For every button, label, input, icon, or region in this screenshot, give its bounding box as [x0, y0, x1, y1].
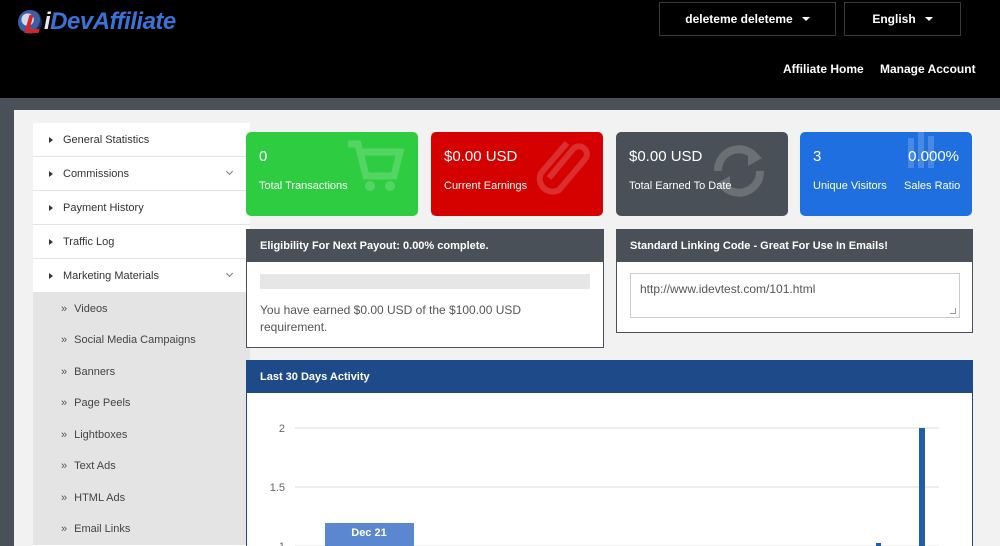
logo-text: iDevAffiliate: [44, 8, 176, 35]
stat-label: Current Earnings: [444, 180, 528, 192]
sidebar-item-label: Traffic Log: [63, 235, 115, 248]
stat-value: 0: [259, 148, 268, 165]
triangle-right-icon: [49, 170, 53, 177]
double-chevron-icon: »: [61, 460, 68, 473]
submenu-item-label: Banners: [74, 365, 116, 378]
payout-progress-bar: [260, 274, 590, 289]
chevron-down-icon: [225, 167, 234, 176]
cart-icon: [348, 140, 404, 191]
stat-label: Total Earned To Date: [629, 180, 732, 192]
caret-down-icon: [801, 17, 810, 21]
logo-icon: [18, 10, 42, 34]
sidebar-item-marketing-materials[interactable]: Marketing Materials: [33, 259, 250, 293]
stat-value: $0.00 USD: [629, 148, 703, 165]
submenu-item-text-ads[interactable]: » Text Ads: [33, 451, 250, 483]
submenu-item-email-links[interactable]: » Email Links: [33, 514, 250, 546]
stat-label-secondary: Sales Ratio: [904, 180, 961, 192]
stat-card-visitors: 3 0.000% Unique Visitors Sales Ratio: [800, 132, 972, 216]
sidebar-item-label: Commissions: [63, 167, 130, 180]
payout-panel: Eligibility For Next Payout: 0.00% compl…: [246, 229, 604, 348]
paperclip-icon: [536, 141, 590, 195]
submenu-item-videos[interactable]: » Videos: [33, 293, 250, 325]
activity-panel: Last 30 Days Activity 2 1.5 1 Dec 21: [246, 360, 973, 546]
logo[interactable]: iDevAffiliate: [18, 8, 176, 36]
double-chevron-icon: »: [61, 397, 68, 410]
nav-affiliate-home[interactable]: Affiliate Home: [783, 62, 864, 76]
y-tick-label: 1.5: [270, 482, 285, 494]
double-chevron-icon: »: [61, 491, 68, 504]
stat-value: $0.00 USD: [444, 148, 518, 165]
sidebar-item-general-statistics[interactable]: General Statistics: [33, 123, 250, 157]
linking-code-textarea[interactable]: http://www.idevtest.com/101.html: [630, 273, 960, 318]
triangle-right-icon: [49, 238, 53, 245]
stat-value-secondary: 0.000%: [908, 148, 959, 165]
stat-label: Unique Visitors: [813, 180, 887, 192]
user-menu-button[interactable]: deleteme deleteme: [659, 2, 836, 36]
activity-chart: 2 1.5 1 Dec 21: [270, 423, 939, 546]
double-chevron-icon: »: [61, 334, 68, 347]
language-button[interactable]: English: [844, 2, 961, 36]
stat-card-total-earned: $0.00 USD Total Earned To Date: [616, 132, 788, 216]
submenu-item-label: Lightboxes: [74, 428, 128, 441]
sidebar-item-label: Marketing Materials: [63, 269, 159, 282]
submenu-item-label: Page Peels: [74, 397, 131, 410]
content-area: General Statistics Commissions Payment H…: [14, 110, 1000, 546]
refresh-icon: [714, 145, 764, 197]
triangle-right-icon: [49, 136, 53, 143]
sidebar-item-payment-history[interactable]: Payment History: [33, 191, 250, 225]
sidebar-item-traffic-log[interactable]: Traffic Log: [33, 225, 250, 259]
double-chevron-icon: »: [61, 365, 68, 378]
payout-text: You have earned $0.00 USD of the $100.00…: [260, 303, 522, 334]
chart-bar[interactable]: [919, 428, 925, 546]
submenu-item-label: HTML Ads: [74, 491, 126, 504]
language-label: English: [872, 12, 916, 26]
payout-panel-title: Eligibility For Next Payout: 0.00% compl…: [247, 230, 603, 262]
submenu-item-page-peels[interactable]: » Page Peels: [33, 388, 250, 420]
caret-down-icon: [924, 17, 933, 21]
submenu-item-label: Social Media Campaigns: [74, 334, 196, 347]
double-chevron-icon: »: [61, 302, 68, 315]
y-tick-label: 2: [279, 423, 285, 435]
marketing-submenu: » Videos » Social Media Campaigns » Banners…: [33, 293, 250, 545]
linking-panel-title: Standard Linking Code - Great For Use In…: [617, 230, 972, 262]
y-tick-label: 1: [279, 541, 285, 546]
stat-card-current-earnings: $0.00 USD Current Earnings: [431, 132, 603, 216]
nav-manage-account[interactable]: Manage Account: [880, 62, 976, 76]
sidebar-item-label: Payment History: [63, 201, 144, 214]
linking-code-panel: Standard Linking Code - Great For Use In…: [616, 229, 973, 333]
submenu-item-lightboxes[interactable]: » Lightboxes: [33, 419, 250, 451]
triangle-right-icon: [49, 204, 53, 211]
chart-tooltip-label: Dec 21: [351, 527, 386, 539]
double-chevron-icon: »: [61, 523, 68, 536]
triangle-right-icon: [49, 272, 53, 279]
sidebar: General Statistics Commissions Payment H…: [33, 123, 250, 546]
double-chevron-icon: »: [61, 428, 68, 441]
submenu-item-social-media[interactable]: » Social Media Campaigns: [33, 325, 250, 357]
submenu-item-html-ads[interactable]: » HTML Ads: [33, 482, 250, 514]
activity-panel-title: Last 30 Days Activity: [247, 361, 972, 393]
submenu-item-label: Email Links: [74, 523, 131, 536]
top-header: iDevAffiliate deleteme deleteme English …: [0, 0, 1000, 98]
sidebar-item-commissions[interactable]: Commissions: [33, 157, 250, 191]
user-menu-label: deleteme deleteme: [685, 12, 793, 26]
stat-value: 3: [813, 148, 822, 165]
resize-handle-icon[interactable]: [950, 308, 956, 314]
submenu-item-banners[interactable]: » Banners: [33, 356, 250, 388]
chevron-down-icon: [225, 269, 234, 278]
stat-label: Total Transactions: [259, 180, 348, 192]
submenu-item-label: Text Ads: [74, 460, 116, 473]
submenu-item-label: Videos: [74, 302, 108, 315]
stat-card-transactions: 0 Total Transactions: [246, 132, 418, 216]
sidebar-item-label: General Statistics: [63, 133, 150, 146]
linking-code-url: http://www.idevtest.com/101.html: [640, 282, 816, 296]
